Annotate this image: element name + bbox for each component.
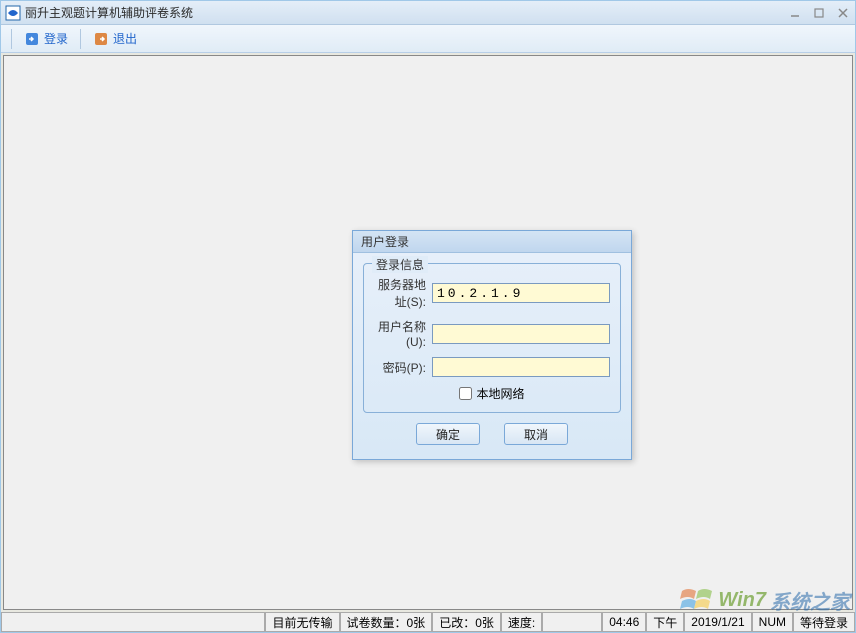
app-window: 丽升主观题计算机辅助评卷系统 登录 退出 用户登录 登录信 — [0, 0, 856, 633]
status-empty — [542, 613, 602, 632]
window-title: 丽升主观题计算机辅助评卷系统 — [25, 4, 787, 21]
close-button[interactable] — [835, 5, 851, 21]
login-tool-label: 登录 — [44, 30, 68, 47]
status-speed: 速度: — [501, 613, 542, 632]
app-icon — [5, 5, 21, 21]
status-scored: 已改：0张 — [432, 613, 501, 632]
cancel-button[interactable]: 取消 — [504, 423, 568, 445]
server-input[interactable] — [432, 283, 610, 303]
status-date: 2019/1/21 — [684, 613, 751, 632]
local-network-row: 本地网络 — [374, 385, 610, 402]
password-label: 密码(P): — [374, 359, 432, 376]
password-input[interactable] — [432, 357, 610, 377]
status-time: 04:46 — [602, 613, 646, 632]
dialog-buttons: 确定 取消 — [363, 423, 621, 449]
username-input[interactable] — [432, 324, 610, 344]
maximize-button[interactable] — [811, 5, 827, 21]
status-num: NUM — [752, 613, 793, 632]
username-row: 用户名称(U): — [374, 318, 610, 349]
window-controls — [787, 5, 851, 21]
exit-tool-label: 退出 — [113, 30, 137, 47]
status-paper-count: 试卷数量：0张 — [340, 613, 433, 632]
toolbar-separator — [11, 29, 12, 49]
minimize-button[interactable] — [787, 5, 803, 21]
login-info-groupbox: 登录信息 服务器地址(S): 用户名称(U): 密码(P): — [363, 263, 621, 413]
exit-icon — [93, 31, 109, 47]
login-tool-button[interactable]: 登录 — [18, 28, 74, 49]
toolbar: 登录 退出 — [1, 25, 855, 53]
username-label: 用户名称(U): — [374, 318, 432, 349]
login-icon — [24, 31, 40, 47]
status-transfer: 目前无传输 — [265, 613, 339, 632]
exit-tool-button[interactable]: 退出 — [87, 28, 143, 49]
server-row: 服务器地址(S): — [374, 276, 610, 310]
login-dialog: 用户登录 登录信息 服务器地址(S): 用户名称(U): — [352, 230, 632, 460]
status-ampm: 下午 — [646, 613, 684, 632]
titlebar: 丽升主观题计算机辅助评卷系统 — [1, 1, 855, 25]
groupbox-title: 登录信息 — [372, 256, 428, 273]
content-area: 用户登录 登录信息 服务器地址(S): 用户名称(U): — [3, 55, 853, 610]
password-row: 密码(P): — [374, 357, 610, 377]
statusbar: 目前无传输 试卷数量：0张 已改：0张 速度: 04:46 下午 2019/1/… — [1, 612, 855, 632]
toolbar-separator — [80, 29, 81, 49]
local-network-checkbox[interactable] — [459, 387, 472, 400]
server-label: 服务器地址(S): — [374, 276, 432, 310]
local-network-label: 本地网络 — [476, 385, 524, 402]
status-spacer — [1, 613, 265, 632]
ok-button[interactable]: 确定 — [416, 423, 480, 445]
dialog-body: 登录信息 服务器地址(S): 用户名称(U): 密码(P): — [353, 253, 631, 459]
status-waiting: 等待登录 — [793, 613, 855, 632]
dialog-title: 用户登录 — [353, 231, 631, 253]
